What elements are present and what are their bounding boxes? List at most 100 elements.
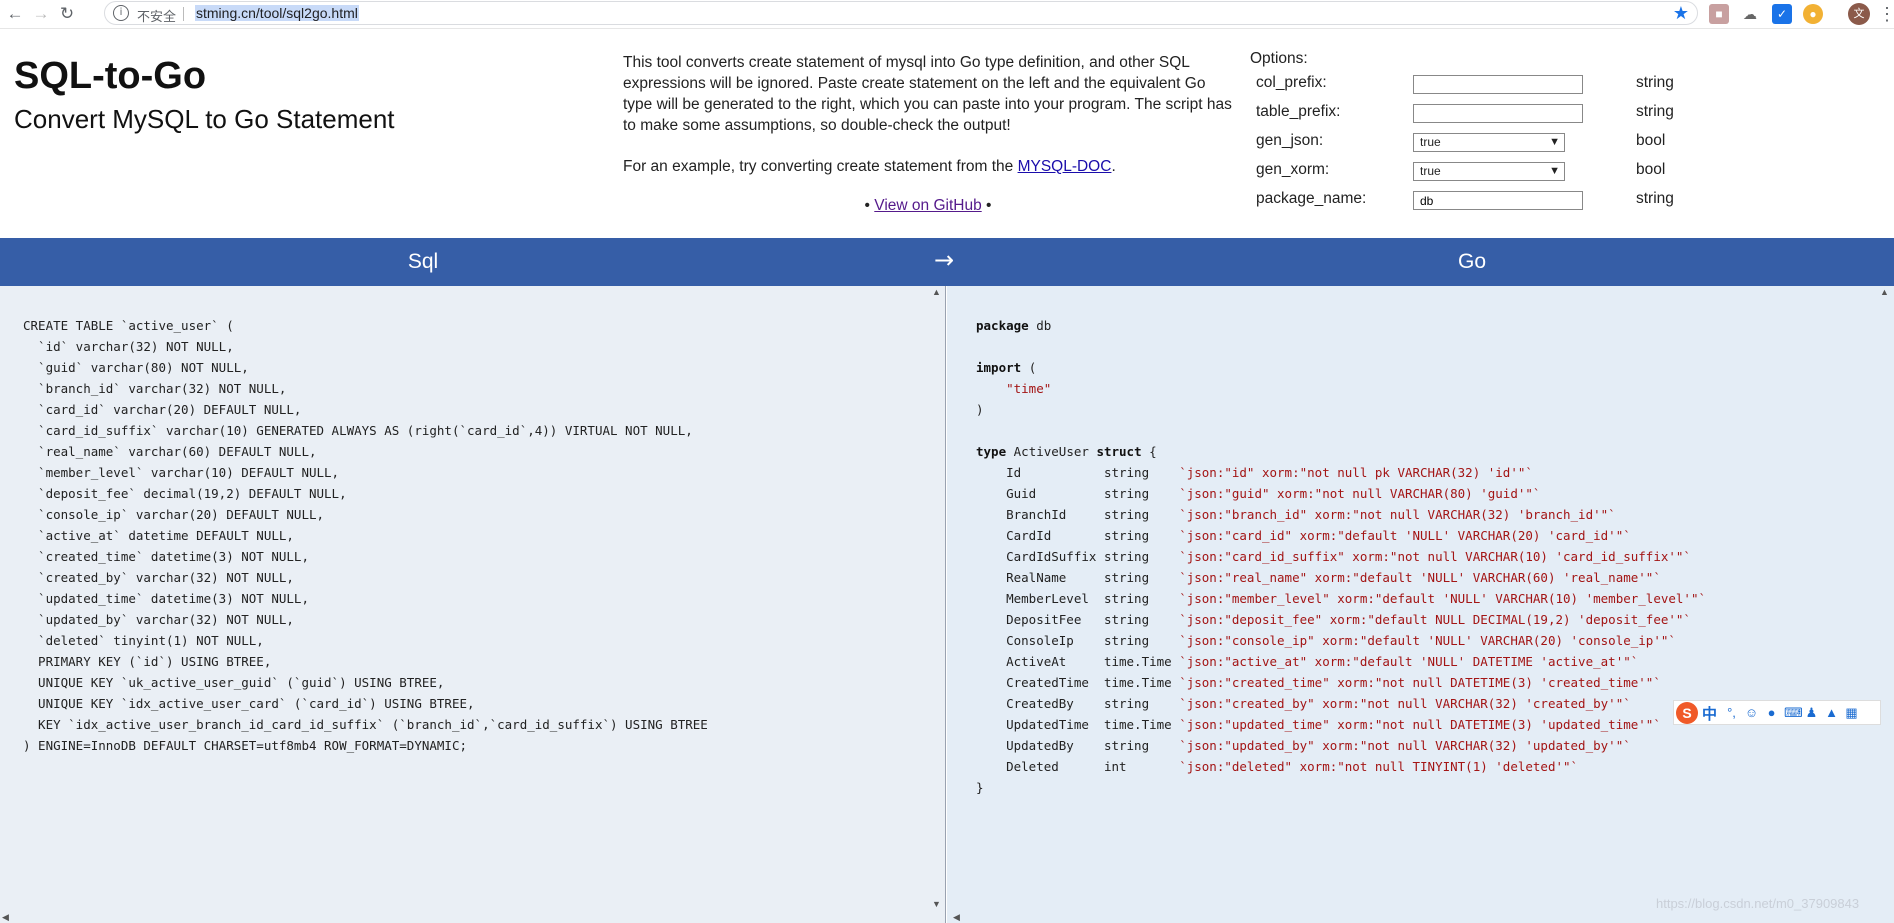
field-tag: `json:"deleted" xorm:"not null TINYINT(1… [1179, 759, 1579, 774]
field-tag: `json:"card_id_suffix" xorm:"not null VA… [1179, 549, 1691, 564]
scroll-down-icon[interactable]: ▼ [932, 899, 941, 909]
options-title: Options: [1250, 50, 1308, 67]
chevron-down-icon: ▼ [1549, 136, 1560, 148]
go-output-pane[interactable]: package db import ( "time" ) type Active… [947, 286, 1894, 923]
keyboard-icon[interactable]: ⌨ [1784, 704, 1803, 721]
field-name: CardId [976, 528, 1104, 543]
field-type: time.Time [1103, 717, 1180, 732]
field-tag: `json:"card_id" xorm:"default 'NULL' VAR… [1179, 528, 1631, 543]
page-subtitle: Convert MySQL to Go Statement [14, 104, 395, 134]
field-type: time.Time [1103, 675, 1180, 690]
open-brace: { [1149, 444, 1157, 459]
struct-field: ConsoleIp string `json:"console_ip" xorm… [976, 633, 1676, 648]
security-label[interactable]: 不安全 [137, 6, 176, 25]
punctuation-icon[interactable]: °, [1724, 704, 1739, 721]
struct-field: Guid string `json:"guid" xorm:"not null … [976, 486, 1540, 501]
option-type: string [1636, 103, 1674, 120]
struct-field: RealName string `json:"real_name" xorm:"… [976, 570, 1661, 585]
mysql-doc-link[interactable]: MYSQL-DOC [1018, 158, 1112, 175]
example-paragraph: For an example, try converting create st… [623, 156, 1233, 177]
pdf-extension-icon[interactable]: ■ [1709, 4, 1729, 24]
url-text[interactable]: stming.cn/tool/sql2go.html [195, 5, 359, 21]
field-tag: `json:"created_by" xorm:"not null VARCHA… [1179, 696, 1631, 711]
arrow-right-icon: → [934, 246, 955, 274]
grid-icon[interactable]: ▦ [1844, 704, 1859, 721]
arrow-right-icon[interactable]: → [30, 3, 52, 25]
field-name: DepositFee [976, 612, 1104, 627]
scroll-left-icon[interactable]: ◀ [2, 912, 9, 923]
address-bar[interactable]: i 不安全 stming.cn/tool/sql2go.html ★ [104, 1, 1698, 25]
table-prefix-input[interactable] [1413, 104, 1583, 123]
ime-mode[interactable]: 中 [1702, 703, 1717, 724]
scroll-left-icon[interactable]: ◀ [953, 912, 960, 923]
sql-input-text[interactable]: CREATE TABLE `active_user` ( `id` varcha… [23, 315, 708, 756]
field-tag: `json:"console_ip" xorm:"default 'NULL' … [1179, 633, 1676, 648]
download-extension-icon[interactable]: ✓ [1772, 4, 1792, 24]
microphone-icon[interactable]: ● [1764, 704, 1779, 721]
package-name: db [1036, 318, 1052, 333]
field-type: string [1103, 696, 1180, 711]
ime-logo[interactable]: S [1676, 702, 1698, 724]
field-type: time.Time [1103, 654, 1180, 669]
import-close: ) [976, 402, 984, 417]
field-tag: `json:"guid" xorm:"not null VARCHAR(80) … [1179, 486, 1541, 501]
description-paragraph: This tool converts create statement of m… [623, 54, 1232, 134]
gen-xorm-select[interactable]: true ▼ [1413, 162, 1565, 181]
field-name: RealName [976, 570, 1104, 585]
field-name: ActiveAt [976, 654, 1104, 669]
option-gen-xorm: gen_xorm: true ▼ bool [1256, 159, 1686, 181]
shield-extension-icon[interactable]: ● [1803, 4, 1823, 24]
cloud-extension-icon[interactable]: ☁ [1740, 4, 1760, 24]
example-prefix: For an example, try converting create st… [623, 158, 1018, 175]
option-label: package_name: [1256, 190, 1367, 207]
page-title: SQL-to-Go [14, 55, 207, 97]
gen-json-select[interactable]: true ▼ [1413, 133, 1565, 152]
reload-icon[interactable]: ↻ [56, 3, 78, 25]
field-tag: `json:"id" xorm:"not null pk VARCHAR(32)… [1179, 465, 1533, 480]
field-tag: `json:"active_at" xorm:"default 'NULL' D… [1179, 654, 1639, 669]
struct-field: CardId string `json:"card_id" xorm:"defa… [976, 528, 1631, 543]
info-icon[interactable]: i [113, 5, 129, 21]
select-value: true [1420, 135, 1441, 149]
chevron-down-icon: ▼ [1549, 165, 1560, 177]
github-link[interactable]: View on GitHub [874, 197, 981, 214]
profile-avatar[interactable]: 文 [1848, 3, 1870, 25]
scroll-up-icon[interactable]: ▲ [1880, 287, 1889, 297]
go-output-text[interactable]: package db import ( "time" ) type Active… [976, 315, 1706, 798]
star-icon[interactable]: ★ [1673, 3, 1689, 23]
option-col-prefix: col_prefix: string [1256, 72, 1686, 94]
struct-name: ActiveUser [1013, 444, 1089, 459]
field-name: CreatedBy [976, 696, 1104, 711]
field-tag: `json:"updated_time" xorm:"not null DATE… [1179, 717, 1661, 732]
ime-toolbar[interactable]: S 中 °, ☺ ● ⌨ ♟ ▲ ▦ [1673, 700, 1881, 725]
close-brace: } [976, 780, 984, 795]
sql-input-pane[interactable]: CREATE TABLE `active_user` ( `id` varcha… [0, 286, 946, 923]
description: This tool converts create statement of m… [623, 52, 1233, 197]
struct-field: Id string `json:"id" xorm:"not null pk V… [976, 465, 1533, 480]
field-type: string [1103, 528, 1180, 543]
struct-field: UpdatedTime time.Time `json:"updated_tim… [976, 717, 1661, 732]
package-name-input[interactable] [1413, 191, 1583, 210]
col-prefix-input[interactable] [1413, 75, 1583, 94]
struct-field: ActiveAt time.Time `json:"active_at" xor… [976, 654, 1638, 669]
struct-field: UpdatedBy string `json:"updated_by" xorm… [976, 738, 1631, 753]
struct-field: MemberLevel string `json:"member_level" … [976, 591, 1706, 606]
option-table-prefix: table_prefix: string [1256, 101, 1686, 123]
field-name: MemberLevel [976, 591, 1104, 606]
field-type: string [1103, 549, 1180, 564]
github-line: • View on GitHub • [623, 197, 1233, 215]
menu-icon[interactable]: ⋮ [1878, 3, 1894, 25]
field-type: string [1103, 591, 1180, 606]
user-icon[interactable]: ♟ [1804, 704, 1819, 721]
scroll-up-icon[interactable]: ▲ [932, 287, 941, 297]
field-type: string [1103, 633, 1180, 648]
arrow-left-icon[interactable]: ← [4, 3, 26, 25]
option-label: gen_json: [1256, 132, 1324, 149]
sql-pane-title: Sql [407, 250, 439, 273]
struct-field: DepositFee string `json:"deposit_fee" xo… [976, 612, 1691, 627]
keyword: struct [1096, 444, 1142, 459]
emoji-icon[interactable]: ☺ [1744, 704, 1759, 721]
option-type: bool [1636, 161, 1666, 178]
skin-icon[interactable]: ▲ [1824, 704, 1839, 721]
field-tag: `json:"member_level" xorm:"default 'NULL… [1179, 591, 1706, 606]
